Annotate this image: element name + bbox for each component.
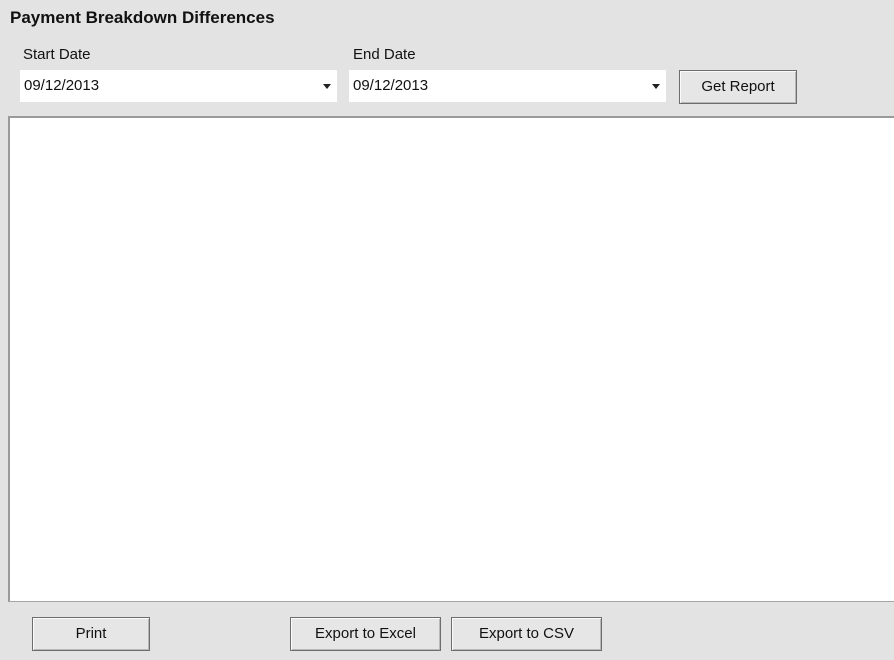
- report-viewer[interactable]: [8, 116, 894, 602]
- start-date-picker[interactable]: 09/12/2013: [20, 70, 337, 102]
- get-report-button[interactable]: Get Report: [679, 70, 797, 104]
- page-title: Payment Breakdown Differences: [10, 8, 275, 27]
- chevron-down-icon[interactable]: [317, 70, 337, 102]
- payment-breakdown-window: Payment Breakdown Differences Start Date…: [0, 0, 894, 660]
- start-date-value: 09/12/2013: [24, 77, 100, 94]
- end-date-value: 09/12/2013: [353, 77, 429, 94]
- end-date-label: End Date: [353, 46, 416, 63]
- end-date-picker[interactable]: 09/12/2013: [349, 70, 666, 102]
- start-date-label: Start Date: [23, 46, 91, 63]
- export-to-excel-button[interactable]: Export to Excel: [290, 617, 441, 651]
- export-to-csv-button[interactable]: Export to CSV: [451, 617, 602, 651]
- print-button[interactable]: Print: [32, 617, 150, 651]
- chevron-down-icon[interactable]: [646, 70, 666, 102]
